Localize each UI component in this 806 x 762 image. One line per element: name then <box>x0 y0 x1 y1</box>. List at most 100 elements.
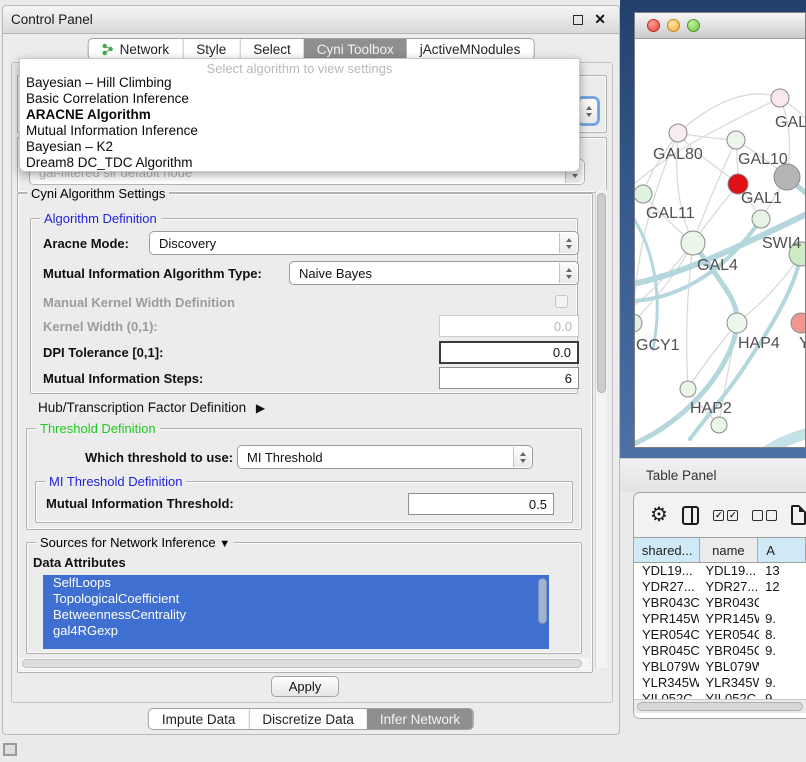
scrollbar-thumb[interactable] <box>637 702 803 711</box>
dock-grip-icon[interactable] <box>3 743 17 756</box>
node-label: HAP4 <box>738 335 780 352</box>
new-table-icon[interactable] <box>791 505 806 525</box>
tab-jactivemnodules[interactable]: jActiveMNodules <box>407 39 534 59</box>
settings-vertical-scrollbar[interactable] <box>595 190 607 668</box>
node-gal4[interactable] <box>681 231 705 255</box>
node-swi4[interactable] <box>752 210 770 228</box>
table-row[interactable]: YDL19...YDL19...13 <box>634 563 806 579</box>
sources-group-title[interactable]: Sources for Network Inference ▼ <box>36 535 234 550</box>
network-graph-icon <box>102 43 115 56</box>
table-toolbar: ⚙ ✓✓ <box>634 493 806 537</box>
table-row[interactable]: YBL079WYBL079W <box>634 659 806 675</box>
tab-label: Network <box>120 42 170 57</box>
which-threshold-combo[interactable]: MI Threshold <box>237 445 533 469</box>
which-threshold-value: MI Threshold <box>247 450 323 465</box>
deselect-all-checkboxes-icon[interactable] <box>752 510 777 521</box>
node-salmon[interactable] <box>791 313 805 333</box>
table-row[interactable]: YDR27...YDR27...12 <box>634 579 806 595</box>
float-window-icon[interactable] <box>573 15 583 25</box>
column-header-name[interactable]: name <box>700 538 759 562</box>
node-gal80[interactable] <box>669 124 687 142</box>
node-hap2[interactable] <box>680 381 696 397</box>
tab-label: Cyni Toolbox <box>317 42 394 57</box>
mi-type-combo[interactable]: Naive Bayes <box>289 261 579 285</box>
cyni-algorithm-settings-group: Cyni Algorithm Settings Algorithm Defini… <box>17 193 593 673</box>
node-label: GAL11 <box>646 205 695 222</box>
dropdown-item[interactable]: Basic Correlation Inference <box>20 91 579 107</box>
table-row[interactable]: YPR145WYPR145W9. <box>634 611 806 627</box>
kernel-width-field[interactable]: 0.0 <box>439 315 579 337</box>
zoom-traffic-light-icon[interactable] <box>687 19 700 32</box>
control-panel-tabbar: Network Style Select Cyni Toolbox jActiv… <box>88 38 535 60</box>
data-attributes-list[interactable]: SelfLoops TopologicalCoefficient Between… <box>43 575 549 649</box>
sources-group: Sources for Network Inference ▼ Data Att… <box>26 542 582 654</box>
table-row[interactable]: YER054CYER054C8. <box>634 627 806 643</box>
table-header-row: shared... name A <box>634 537 806 563</box>
combo-stepper[interactable] <box>579 99 597 123</box>
gear-icon[interactable]: ⚙ <box>650 505 668 525</box>
mi-threshold-group-title: MI Threshold Definition <box>45 474 186 489</box>
close-traffic-light-icon[interactable] <box>647 19 660 32</box>
list-item[interactable]: TopologicalCoefficient <box>43 591 549 607</box>
node-gcy1[interactable] <box>635 314 642 332</box>
node-gal-top[interactable] <box>771 89 789 107</box>
dropdown-item[interactable]: Mutual Information Inference <box>20 123 579 139</box>
dpi-tolerance-field[interactable]: 0.0 <box>439 341 579 364</box>
list-scrollbar-thumb[interactable] <box>538 578 547 624</box>
combo-stepper[interactable] <box>559 233 577 253</box>
settings-horizontal-scrollbar[interactable] <box>20 658 590 670</box>
network-window-titlebar[interactable] <box>635 13 805 39</box>
dropdown-item[interactable]: Bayesian – K2 <box>20 139 579 155</box>
tab-network[interactable]: Network <box>89 39 183 59</box>
node-hap4[interactable] <box>727 313 747 333</box>
hub-definition-expander[interactable]: Hub/Transcription Factor Definition ▶ <box>38 400 265 415</box>
close-icon[interactable]: ✕ <box>594 11 606 28</box>
table-horizontal-scrollbar[interactable] <box>634 699 806 713</box>
table-row[interactable]: YBR045CYBR045C9. <box>634 643 806 659</box>
settings-group-title: Cyni Algorithm Settings <box>27 186 169 201</box>
tab-cyni-toolbox[interactable]: Cyni Toolbox <box>304 39 407 59</box>
manual-kernel-checkbox[interactable] <box>555 295 568 308</box>
node-label: GAL <box>775 114 805 131</box>
tab-select[interactable]: Select <box>239 39 304 59</box>
scrollbar-thumb[interactable] <box>22 659 582 668</box>
tab-style[interactable]: Style <box>182 39 239 59</box>
columns-icon[interactable] <box>682 506 699 525</box>
table-row[interactable]: YBR043CYBR043C <box>634 595 806 611</box>
application-root: GAL GAL80 GAL10 GAL1 GAL11 GAL4 SWI4 GCY… <box>0 0 806 762</box>
scrollbar-thumb[interactable] <box>597 193 606 393</box>
tab-infer-network[interactable]: Infer Network <box>367 709 473 729</box>
column-header-shared-name[interactable]: shared... <box>634 538 700 562</box>
node-bottom[interactable] <box>711 417 727 433</box>
node-gal11[interactable] <box>635 185 652 203</box>
table-row[interactable]: YLR345WYLR345W9. <box>634 675 806 691</box>
list-item[interactable]: gal4RGexp <box>43 623 549 639</box>
list-item[interactable]: BetweennessCentrality <box>43 607 549 623</box>
tab-discretize-data[interactable]: Discretize Data <box>248 709 367 729</box>
mi-threshold-field[interactable]: 0.5 <box>408 493 554 515</box>
node-gal10[interactable] <box>727 131 745 149</box>
aracne-mode-value: Discovery <box>159 236 216 251</box>
dpi-tolerance-label: DPI Tolerance [0,1]: <box>43 345 163 360</box>
mi-steps-field[interactable]: 6 <box>439 367 579 389</box>
list-item[interactable]: SelfLoops <box>43 575 549 591</box>
dropdown-item[interactable]: Dream8 DC_TDC Algorithm <box>20 155 579 171</box>
minimize-traffic-light-icon[interactable] <box>667 19 680 32</box>
combo-stepper[interactable] <box>513 447 531 467</box>
mi-type-label: Mutual Information Algorithm Type: <box>43 266 262 281</box>
node-label: GCY1 <box>636 337 680 354</box>
aracne-mode-combo[interactable]: Discovery <box>149 231 579 255</box>
dropdown-item-highlighted[interactable]: ARACNE Algorithm <box>20 107 579 123</box>
apply-button[interactable]: Apply <box>271 676 339 697</box>
control-panel-titlebar[interactable]: Control Panel ✕ <box>3 6 619 34</box>
node-label: GAL4 <box>697 257 738 274</box>
network-view-window[interactable]: GAL GAL80 GAL10 GAL1 GAL11 GAL4 SWI4 GCY… <box>634 12 806 448</box>
combo-stepper[interactable] <box>559 263 577 283</box>
tab-impute-data[interactable]: Impute Data <box>149 709 249 729</box>
node-label: GAL80 <box>653 146 703 163</box>
network-canvas[interactable]: GAL GAL80 GAL10 GAL1 GAL11 GAL4 SWI4 GCY… <box>635 39 805 447</box>
select-all-checkboxes-icon[interactable]: ✓✓ <box>713 510 738 521</box>
manual-kernel-label: Manual Kernel Width Definition <box>43 295 235 310</box>
column-header-partial[interactable]: A <box>758 538 806 562</box>
dropdown-item[interactable]: Bayesian – Hill Climbing <box>20 75 579 91</box>
